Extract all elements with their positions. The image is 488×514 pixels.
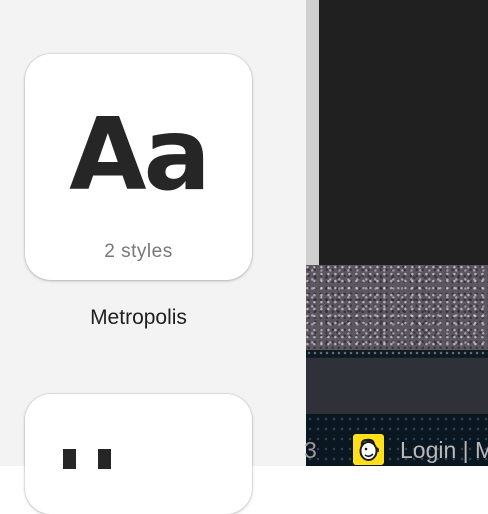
font-book-panel: Aa 2 styles Metropolis <box>0 0 306 514</box>
font-sample-preview-partial <box>63 449 123 469</box>
font-card-next[interactable] <box>25 394 252 514</box>
window-divider <box>306 0 319 265</box>
wallpaper-edge <box>306 350 488 358</box>
font-name-label[interactable]: Metropolis <box>25 306 252 330</box>
dark-window-content <box>319 0 488 265</box>
mailchimp-icon[interactable] <box>353 434 384 465</box>
browser-tab-title[interactable]: Login | M <box>400 436 488 464</box>
font-card-metropolis[interactable]: Aa 2 styles <box>25 54 252 280</box>
window-band <box>306 358 488 414</box>
wallpaper-strip <box>306 265 488 350</box>
font-sample-preview: Aa <box>69 96 211 213</box>
tab-fragment-text[interactable]: 3 <box>304 436 317 464</box>
font-styles-count: 2 styles <box>104 241 173 262</box>
